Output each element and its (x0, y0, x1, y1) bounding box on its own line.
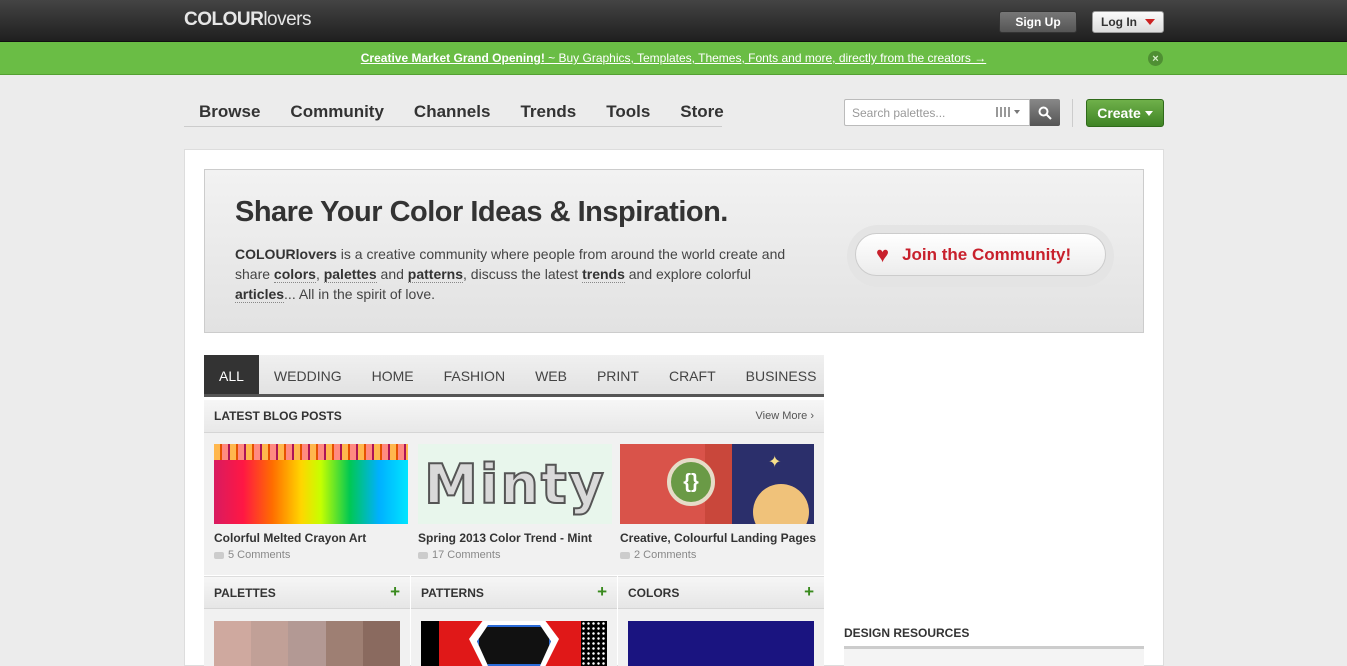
swatch (251, 621, 289, 666)
view-more-link[interactable]: View More › (756, 410, 814, 422)
blog-heading: LATEST BLOG POSTS (214, 409, 342, 423)
blog-posts: Colorful Melted Crayon Art 5 Comments Mi… (204, 433, 824, 575)
nav-trends[interactable]: Trends (505, 94, 591, 126)
link-palettes[interactable]: palettes (323, 266, 377, 283)
comment-icon (620, 551, 630, 559)
pattern-image[interactable] (421, 621, 607, 666)
hero-title: Share Your Color Ideas & Inspiration. (235, 196, 728, 228)
swatch (362, 621, 401, 666)
colors-header: COLORS + (618, 576, 824, 609)
post-comments[interactable]: 5 Comments (214, 549, 408, 561)
swatch (325, 621, 363, 666)
join-community-button[interactable]: ♥ Join the Community! (855, 233, 1106, 276)
color-swatch[interactable] (628, 621, 814, 666)
logo[interactable]: COLOURlovers (184, 9, 312, 31)
add-palette-button[interactable]: + (390, 582, 400, 602)
post-title[interactable]: Spring 2013 Color Trend - Mint (418, 531, 612, 545)
blog-post[interactable]: Minty Spring 2013 Color Trend - Mint 17 … (418, 444, 612, 561)
design-resources-heading: DESIGN RESOURCES (844, 626, 970, 640)
nav-browse[interactable]: Browse (184, 94, 275, 126)
comment-icon (418, 551, 428, 559)
nav-community[interactable]: Community (275, 94, 399, 126)
join-wrapper: ♥ Join the Community! (847, 225, 1114, 287)
tab-craft[interactable]: CRAFT (654, 355, 731, 394)
patterns-header: PATTERNS + (411, 576, 617, 609)
tab-business[interactable]: BUSINESS (731, 355, 832, 394)
caret-down-icon (1145, 19, 1155, 25)
search-icon (1038, 106, 1052, 120)
caret-down-icon (1144, 110, 1153, 116)
crayon-thumbnail[interactable] (214, 444, 408, 524)
search-button[interactable] (1030, 99, 1060, 126)
color-preview[interactable] (618, 609, 824, 666)
create-button[interactable]: Create (1086, 99, 1164, 127)
palettes-header: PALETTES + (204, 576, 410, 609)
signup-button[interactable]: Sign Up (999, 11, 1077, 33)
comment-icon (214, 551, 224, 559)
swatch (214, 621, 252, 666)
login-button[interactable]: Log In (1092, 11, 1164, 33)
tab-wedding[interactable]: WEDDING (259, 355, 357, 394)
tab-fashion[interactable]: FASHION (429, 355, 520, 394)
blog-header: LATEST BLOG POSTS View More › (204, 400, 824, 433)
swatch (288, 621, 326, 666)
hero-description: COLOURlovers is a creative community whe… (235, 246, 786, 303)
blog-post[interactable]: Colorful Melted Crayon Art 5 Comments (214, 444, 408, 561)
add-pattern-button[interactable]: + (597, 582, 607, 602)
post-title[interactable]: Colorful Melted Crayon Art (214, 531, 408, 545)
tab-all[interactable]: ALL (204, 355, 259, 394)
tab-home[interactable]: HOME (357, 355, 429, 394)
link-patterns[interactable]: patterns (407, 266, 464, 283)
top-bar: COLOURlovers Sign Up Log In (0, 0, 1347, 42)
promo-link[interactable]: Creative Market Grand Opening! ~ Buy Gra… (361, 51, 986, 65)
tab-web[interactable]: WEB (520, 355, 582, 394)
nav-store[interactable]: Store (665, 94, 738, 126)
landing-pages-thumbnail[interactable]: {} ✦ (620, 444, 814, 524)
palette-preview[interactable] (204, 609, 410, 666)
promo-banner: Creative Market Grand Opening! ~ Buy Gra… (0, 42, 1347, 75)
star-icon: ✦ (768, 454, 782, 471)
hero: Share Your Color Ideas & Inspiration. CO… (204, 169, 1144, 333)
tab-print[interactable]: PRINT (582, 355, 654, 394)
category-tabs: ALL WEDDING HOME FASHION WEB PRINT CRAFT… (204, 355, 824, 397)
link-articles[interactable]: articles (235, 286, 285, 303)
design-resources-body (844, 649, 1144, 666)
blog-post[interactable]: {} ✦ Creative, Colourful Landing Pages 2… (620, 444, 816, 561)
divider (1072, 99, 1073, 127)
nav-tools[interactable]: Tools (591, 94, 665, 126)
add-color-button[interactable]: + (804, 582, 814, 602)
post-comments[interactable]: 2 Comments (620, 549, 814, 561)
link-trends[interactable]: trends (582, 266, 625, 283)
pattern-preview[interactable] (411, 609, 617, 666)
main-nav: Browse Community Channels Trends Tools S… (184, 94, 724, 127)
post-title[interactable]: Creative, Colourful Landing Pages (620, 531, 816, 545)
post-comments[interactable]: 17 Comments (418, 549, 612, 561)
search-type-selector[interactable] (996, 106, 1022, 118)
palette-swatches[interactable] (214, 621, 401, 666)
nav-channels[interactable]: Channels (399, 94, 506, 126)
minty-thumbnail[interactable]: Minty (418, 444, 612, 524)
close-icon[interactable]: × (1148, 51, 1163, 66)
link-colors[interactable]: colors (273, 266, 316, 283)
heart-icon: ♥ (876, 241, 890, 267)
